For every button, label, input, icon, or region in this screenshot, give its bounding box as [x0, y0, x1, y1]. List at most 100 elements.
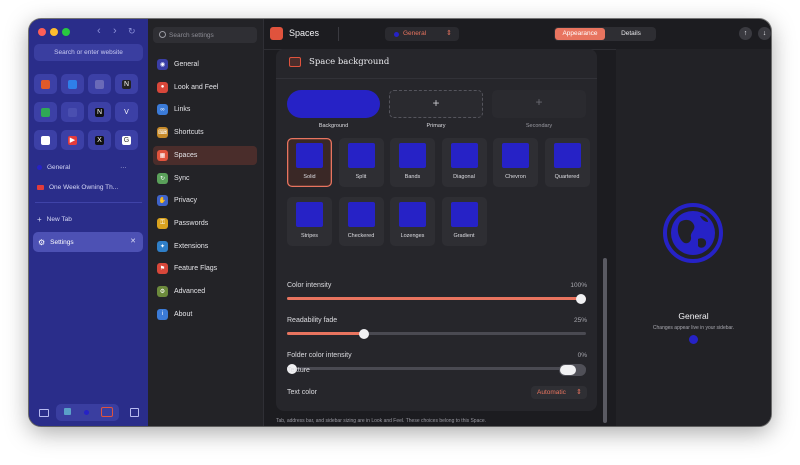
tab-details[interactable]: Details	[607, 28, 655, 40]
app-icon-blue[interactable]	[61, 74, 84, 94]
nav-item-shortcuts[interactable]: ⌨ Shortcuts	[153, 123, 257, 142]
nav-item-privacy[interactable]: ✋ Privacy	[153, 191, 257, 210]
pattern-swatch	[296, 143, 323, 168]
reload-icon[interactable]: ↻	[128, 26, 136, 37]
chevron-updown-icon: ⇕	[446, 29, 452, 37]
space-dot-icon[interactable]	[84, 410, 89, 415]
nav-item-feature-flags[interactable]: ⚑ Feature Flags	[153, 259, 257, 278]
slider-handle[interactable]	[576, 293, 586, 304]
app-icon-grid-glyph	[68, 107, 77, 117]
nav-item-look-and-feel[interactable]: ● Look and Feel	[153, 78, 257, 97]
text-color-select[interactable]: Automatic ⇕	[531, 386, 587, 399]
settings-space-icon[interactable]	[101, 407, 113, 417]
new-tab-button[interactable]: + New Tab	[37, 215, 72, 224]
background-slot[interactable]	[287, 90, 380, 118]
app-icon-green-glyph	[41, 107, 50, 117]
nav-item-links[interactable]: ∞ Links	[153, 100, 257, 119]
app-icon-youtube[interactable]: ▶	[61, 130, 84, 150]
palette-icon: ●	[157, 81, 168, 93]
space-more-icon[interactable]: ···	[120, 164, 127, 171]
gear-icon: ⚙	[38, 238, 46, 247]
nav-item-general[interactable]: ◉ General	[153, 55, 257, 74]
arrow-up-icon[interactable]: ↑	[739, 27, 752, 40]
texture-toggle[interactable]	[559, 364, 586, 376]
space-grid-icon[interactable]	[64, 408, 71, 415]
search-icon	[159, 31, 166, 38]
pattern-bands[interactable]: Bands	[390, 138, 435, 187]
space-selector[interactable]: General ⇕	[385, 27, 459, 41]
chevron-updown-icon: ⇕	[576, 388, 582, 396]
url-bar[interactable]: Search or enter website	[34, 44, 143, 61]
scrollbar-track[interactable]	[603, 49, 607, 426]
slider-handle[interactable]	[359, 328, 370, 339]
pattern-swatch	[502, 143, 529, 168]
tab-appearance[interactable]: Appearance	[555, 28, 605, 40]
view-tabs: Appearance Details	[554, 27, 656, 41]
app-icon-avatar[interactable]	[88, 74, 111, 94]
nav-item-extensions[interactable]: ✦ Extensions	[153, 237, 257, 256]
pattern-label: Checkered	[347, 233, 375, 239]
sidebar-toggle-icon[interactable]	[39, 409, 49, 417]
pattern-lozenges[interactable]: Lozenges	[390, 197, 435, 246]
pattern-solid[interactable]: Solid	[287, 138, 332, 187]
pattern-diagonal[interactable]: Diagonal	[441, 138, 487, 187]
app-icon-openai[interactable]	[34, 130, 57, 150]
app-icon-orange[interactable]	[34, 74, 57, 94]
settings-tab[interactable]: ⚙ Settings ✕	[33, 232, 143, 252]
pattern-swatch	[347, 143, 375, 168]
settings-content: Space background Background + Primary + …	[263, 49, 611, 426]
secondary-slot[interactable]: +	[492, 90, 586, 118]
app-icon-notion-2[interactable]: N	[88, 102, 111, 122]
pattern-quartered[interactable]: Quartered	[544, 138, 590, 187]
texture-label: Texture	[287, 367, 310, 374]
forward-icon[interactable]: ›	[113, 25, 117, 37]
browser-window: ‹ › ↻ Search or enter website N N V ▶ X G Gen…	[29, 19, 771, 426]
nav-item-passwords[interactable]: ⚿ Passwords	[153, 214, 257, 233]
close-window-button[interactable]	[38, 28, 46, 36]
pattern-label: Quartered	[554, 174, 580, 180]
close-tab-icon[interactable]: ✕	[130, 237, 136, 245]
app-icon-google[interactable]: G	[115, 130, 138, 150]
nav-item-about[interactable]: i About	[153, 305, 257, 324]
app-icon-v[interactable]: V	[115, 102, 138, 122]
settings-header: Spaces General ⇕ Appearance Details ↑ ↓ …	[263, 19, 771, 50]
pattern-split[interactable]: Split	[338, 138, 384, 187]
pattern-swatch	[399, 202, 426, 227]
sync-icon: ↻	[157, 172, 168, 184]
pattern-swatch	[450, 143, 478, 168]
pattern-swatch	[399, 143, 426, 168]
nav-item-label: Links	[174, 106, 191, 114]
nav-item-sync[interactable]: ↻ Sync	[153, 169, 257, 188]
nav-item-advanced[interactable]: ⚙ Advanced	[153, 282, 257, 301]
app-icon-orange-glyph	[41, 79, 50, 89]
spaces-app-icon	[270, 27, 283, 40]
sidebar-tab[interactable]: One Week Owning Th...	[37, 184, 118, 191]
zoom-window-button[interactable]	[62, 28, 70, 36]
app-icon-x[interactable]: X	[88, 130, 111, 150]
pattern-checkered[interactable]: Checkered	[338, 197, 384, 246]
back-icon[interactable]: ‹	[97, 25, 101, 37]
app-icon-notion[interactable]: N	[115, 74, 138, 94]
color-intensity-slider[interactable]	[287, 293, 586, 304]
nav-item-label: Advanced	[174, 288, 206, 295]
space-header[interactable]: General ···	[37, 164, 127, 171]
pattern-stripes[interactable]: Stripes	[287, 197, 332, 246]
nav-item-label: About	[174, 310, 193, 318]
minimize-window-button[interactable]	[50, 28, 58, 36]
primary-slot[interactable]: +	[389, 90, 483, 118]
space-background-card: Space background Background + Primary + …	[276, 49, 597, 411]
url-placeholder: Search or enter website	[54, 49, 123, 56]
arrow-down-icon[interactable]: ↓	[758, 27, 771, 40]
archive-icon[interactable]	[130, 408, 139, 417]
youtube-favicon-icon	[37, 185, 44, 190]
pattern-gradient[interactable]: Gradient	[441, 197, 487, 246]
scrollbar-thumb[interactable]	[603, 258, 607, 423]
pattern-chevron[interactable]: Chevron	[493, 138, 538, 187]
folder-color-intensity-slider[interactable]	[287, 363, 586, 374]
sidebar-bottom-bar	[29, 399, 148, 426]
app-icon-green[interactable]	[34, 102, 57, 122]
app-icon-grid[interactable]	[61, 102, 84, 122]
readability-fade-slider[interactable]	[287, 328, 586, 339]
nav-item-spaces[interactable]: ▦ Spaces	[153, 145, 257, 165]
settings-search-input[interactable]: Search settings	[153, 27, 257, 43]
